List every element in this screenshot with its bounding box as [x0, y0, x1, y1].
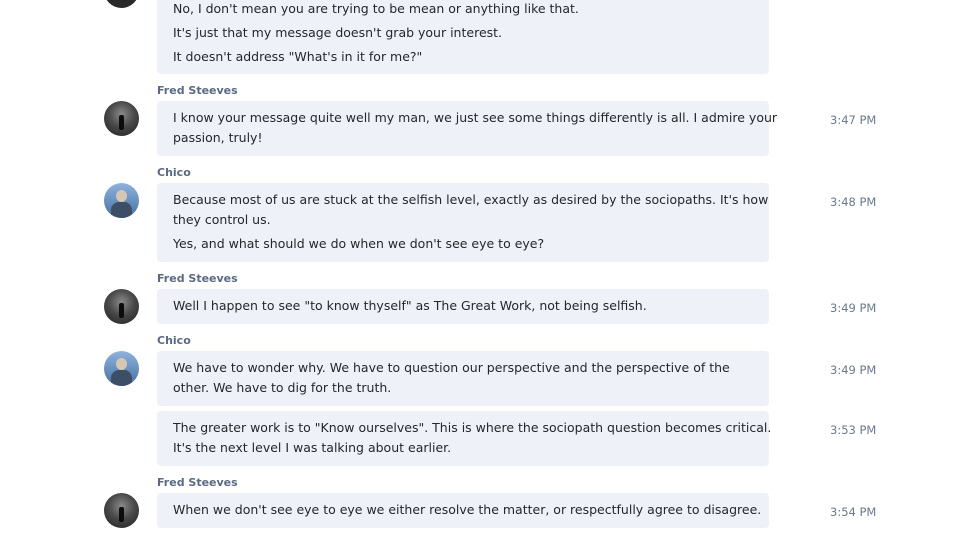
message-text: We have to wonder why. We have to questi…: [173, 360, 730, 375]
message-bubble: Well I happen to see "to know thyself" a…: [157, 289, 769, 324]
avatar[interactable]: [104, 289, 139, 324]
message-text: other. We have to dig for the truth.: [173, 380, 392, 395]
timestamp: 3:47 PM: [830, 113, 877, 127]
message-bubble: We have to wonder why. We have to questi…: [157, 351, 769, 406]
avatar[interactable]: [104, 493, 139, 528]
message-bubble: I know your message quite well my man, w…: [157, 101, 777, 156]
message-text: When we don't see eye to eye we either r…: [173, 502, 762, 517]
message-text: Because most of us are stuck at the self…: [173, 192, 769, 207]
message-bubble: No, I don't mean you are trying to be me…: [157, 0, 769, 74]
message-text: It doesn't address "What's in it for me?…: [173, 49, 423, 64]
message-text: Well I happen to see "to know thyself" a…: [173, 298, 647, 313]
timestamp: 3:49 PM: [830, 301, 877, 315]
message-text: I know your message quite well my man, w…: [173, 110, 778, 125]
message-text: It's just that my message doesn't grab y…: [173, 25, 503, 40]
message-text: they control us.: [173, 212, 271, 227]
author-name[interactable]: Chico: [157, 166, 191, 179]
avatar[interactable]: [104, 0, 139, 8]
message-text: The greater work is to "Know ourselves".…: [173, 420, 772, 435]
timestamp: 3:53 PM: [830, 423, 877, 437]
avatar[interactable]: [104, 101, 139, 136]
author-name[interactable]: Chico: [157, 334, 191, 347]
timestamp: 3:49 PM: [830, 363, 877, 377]
message-text: Yes, and what should we do when we don't…: [173, 236, 545, 251]
message-text: passion, truly!: [173, 130, 263, 145]
timestamp: 3:54 PM: [830, 505, 877, 519]
message-text: No, I don't mean you are trying to be me…: [173, 1, 579, 16]
message-bubble: Because most of us are stuck at the self…: [157, 183, 769, 262]
author-name[interactable]: Fred Steeves: [157, 272, 238, 285]
message-bubble: The greater work is to "Know ourselves".…: [157, 411, 772, 466]
avatar[interactable]: [104, 351, 139, 386]
timestamp: 3:48 PM: [830, 195, 877, 209]
author-name[interactable]: Fred Steeves: [157, 476, 238, 489]
message-text: It's the next level I was talking about …: [173, 440, 452, 455]
author-name[interactable]: Fred Steeves: [157, 84, 238, 97]
avatar[interactable]: [104, 183, 139, 218]
message-bubble: When we don't see eye to eye we either r…: [157, 493, 769, 528]
